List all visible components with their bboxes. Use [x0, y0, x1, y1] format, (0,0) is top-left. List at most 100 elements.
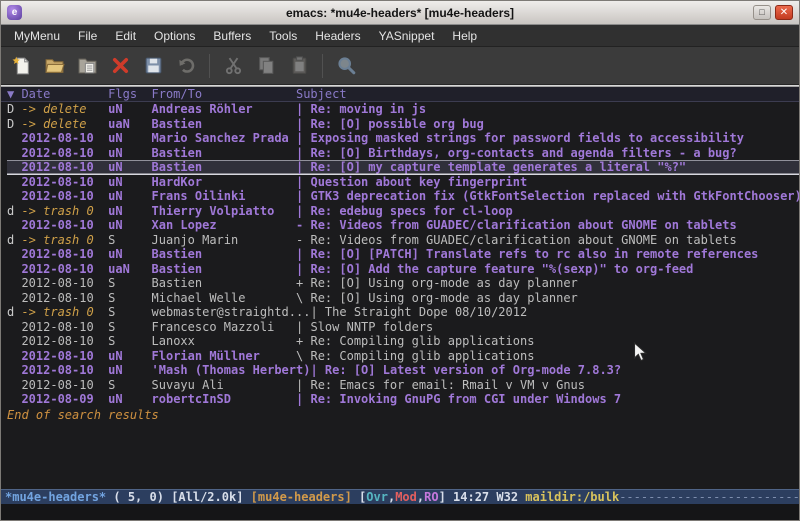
flags-field: uN	[108, 102, 151, 116]
menu-buffers[interactable]: Buffers	[204, 26, 260, 46]
date-field: 2012-08-10	[21, 363, 108, 377]
mark-char: d	[7, 233, 21, 247]
subject-field: | Re: Invoking GnuPG from CGI under Wind…	[296, 392, 621, 406]
dired-button[interactable]	[72, 51, 102, 81]
message-row[interactable]: 2012-08-10 S Francesco Mazzoli | Slow NN…	[7, 320, 799, 335]
flags-field: S	[108, 305, 151, 319]
message-row[interactable]: d -> trash 0 uN Thierry Volpiatto | Re: …	[7, 204, 799, 219]
modeline-segment: ----------------------------------------…	[619, 490, 799, 504]
date-field: 2012-08-10	[21, 131, 108, 145]
message-row[interactable]: 2012-08-10 uN Bastien | Re: [O] Birthday…	[7, 146, 799, 161]
date-field: -> trash 0	[21, 233, 108, 247]
message-row[interactable]: 2012-08-10 uN Bastien | Re: [O] [PATCH] …	[7, 247, 799, 262]
message-row[interactable]: 2012-08-10 S Bastien + Re: [O] Using org…	[7, 276, 799, 291]
subject-field: | Re: [O] possible org bug	[296, 117, 484, 131]
cut-button	[218, 51, 248, 81]
date-field: 2012-08-10	[21, 334, 108, 348]
toolbar-separator	[209, 54, 210, 78]
mark-char	[7, 189, 21, 203]
date-field: 2012-08-10	[21, 349, 108, 363]
kill-buffer-button[interactable]	[105, 51, 135, 81]
menu-help[interactable]: Help	[443, 26, 486, 46]
from-field: Francesco Mazzoli	[152, 320, 297, 334]
modeline-segment: Ovr	[366, 490, 388, 504]
mark-char	[7, 291, 21, 305]
flags-field: uN	[108, 392, 151, 406]
message-row[interactable]: 2012-08-10 uaN Bastien | Re: [O] Add the…	[7, 262, 799, 277]
subject-field: | Re: Emacs for email: Rmail v VM v Gnus	[296, 378, 585, 392]
mark-char	[7, 363, 21, 377]
from-field: webmaster@straightd...	[152, 305, 311, 319]
mark-char	[7, 131, 21, 145]
menu-bar: MyMenuFileEditOptionsBuffersToolsHeaders…	[1, 25, 799, 47]
flags-field: uaN	[108, 262, 151, 276]
subject-field: | Slow NNTP folders	[296, 320, 433, 334]
menu-headers[interactable]: Headers	[306, 26, 369, 46]
message-list: D -> delete uN Andreas Röhler | Re: movi…	[7, 102, 799, 407]
subject-field: | Exposing masked strings for password f…	[296, 131, 744, 145]
mark-char	[7, 247, 21, 261]
message-row[interactable]: d -> trash 0 S webmaster@straightd...| T…	[7, 305, 799, 320]
subject-field: | Re: [O] Add the capture feature "%(sex…	[296, 262, 693, 276]
message-row[interactable]: d -> trash 0 S Juanjo Marin - Re: Videos…	[7, 233, 799, 248]
echo-area[interactable]	[1, 504, 799, 520]
subject-field: | Re: [O] my capture template generates …	[296, 160, 686, 174]
subject-field: \ Re: Compiling glib applications	[296, 349, 534, 363]
modeline-segment: RO	[424, 490, 438, 504]
date-field: 2012-08-10	[21, 276, 108, 290]
message-row[interactable]: 2012-08-10 uN Frans Oilinki | GTK3 depre…	[7, 189, 799, 204]
from-field: Mario Sanchez Prada	[152, 131, 297, 145]
modeline-segment: [All/2.0k]	[171, 490, 250, 504]
save-buffer-button[interactable]	[138, 51, 168, 81]
menu-mymenu[interactable]: MyMenu	[5, 26, 69, 46]
maximize-button[interactable]: □	[753, 5, 771, 20]
message-row[interactable]: D -> delete uaN Bastien | Re: [O] possib…	[7, 117, 799, 132]
flags-field: uN	[108, 363, 151, 377]
flags-field: uN	[108, 146, 151, 160]
menu-file[interactable]: File	[69, 26, 106, 46]
menu-options[interactable]: Options	[145, 26, 204, 46]
modeline-segment: ]	[439, 490, 453, 504]
subject-field: | Re: [O] [PATCH] Translate refs to rc a…	[296, 247, 758, 261]
flags-field: uN	[108, 204, 151, 218]
mark-char	[7, 276, 21, 290]
menu-tools[interactable]: Tools	[260, 26, 306, 46]
new-file-button[interactable]	[6, 51, 36, 81]
from-field: Bastien	[152, 117, 297, 131]
from-field: Suvayu Ali	[152, 378, 297, 392]
date-field: 2012-08-10	[21, 262, 108, 276]
subject-field: | Re: [O] Latest version of Org-mode 7.8…	[310, 363, 621, 377]
message-row[interactable]: 2012-08-10 uN Xan Lopez - Re: Videos fro…	[7, 218, 799, 233]
message-row[interactable]: 2012-08-10 uN Mario Sanchez Prada | Expo…	[7, 131, 799, 146]
date-field: 2012-08-10	[21, 320, 108, 334]
message-row-current[interactable]: 2012-08-10 uN Bastien | Re: [O] my captu…	[7, 160, 799, 175]
search-button[interactable]	[331, 51, 361, 81]
message-row[interactable]: 2012-08-10 uN HardKor | Question about k…	[7, 175, 799, 190]
flags-field: S	[108, 334, 151, 348]
flags-field: uN	[108, 218, 151, 232]
date-field: 2012-08-10	[21, 378, 108, 392]
from-field: Florian Müllner	[152, 349, 297, 363]
menu-edit[interactable]: Edit	[106, 26, 145, 46]
from-field: Bastien	[152, 160, 297, 174]
headers-column-header[interactable]: ▼ Date Flgs From/To Subject	[1, 87, 799, 102]
close-button[interactable]: ✕	[775, 5, 793, 20]
message-row[interactable]: 2012-08-10 S Suvayu Ali | Re: Emacs for …	[7, 378, 799, 393]
headers-buffer: D -> delete uN Andreas Röhler | Re: movi…	[1, 102, 799, 489]
open-file-button[interactable]	[39, 51, 69, 81]
date-field: 2012-08-10	[21, 218, 108, 232]
toolbar-separator	[322, 54, 323, 78]
title-bar[interactable]: e emacs: *mu4e-headers* [mu4e-headers] □…	[1, 1, 799, 25]
message-row[interactable]: 2012-08-10 uN 'Mash (Thomas Herbert)| Re…	[7, 363, 799, 378]
menu-yasnippet[interactable]: YASnippet	[370, 26, 444, 46]
message-row[interactable]: 2012-08-09 uN robertcInSD | Re: Invoking…	[7, 392, 799, 407]
message-row[interactable]: 2012-08-10 S Michael Welle \ Re: [O] Usi…	[7, 291, 799, 306]
from-field: Andreas Röhler	[152, 102, 297, 116]
message-row[interactable]: 2012-08-10 S Lanoxx + Re: Compiling glib…	[7, 334, 799, 349]
subject-field: | The Straight Dope 08/10/2012	[310, 305, 527, 319]
message-row[interactable]: D -> delete uN Andreas Röhler | Re: movi…	[7, 102, 799, 117]
from-field: HardKor	[152, 175, 297, 189]
mark-char	[7, 378, 21, 392]
from-field: Bastien	[152, 276, 297, 290]
message-row[interactable]: 2012-08-10 uN Florian Müllner \ Re: Comp…	[7, 349, 799, 364]
